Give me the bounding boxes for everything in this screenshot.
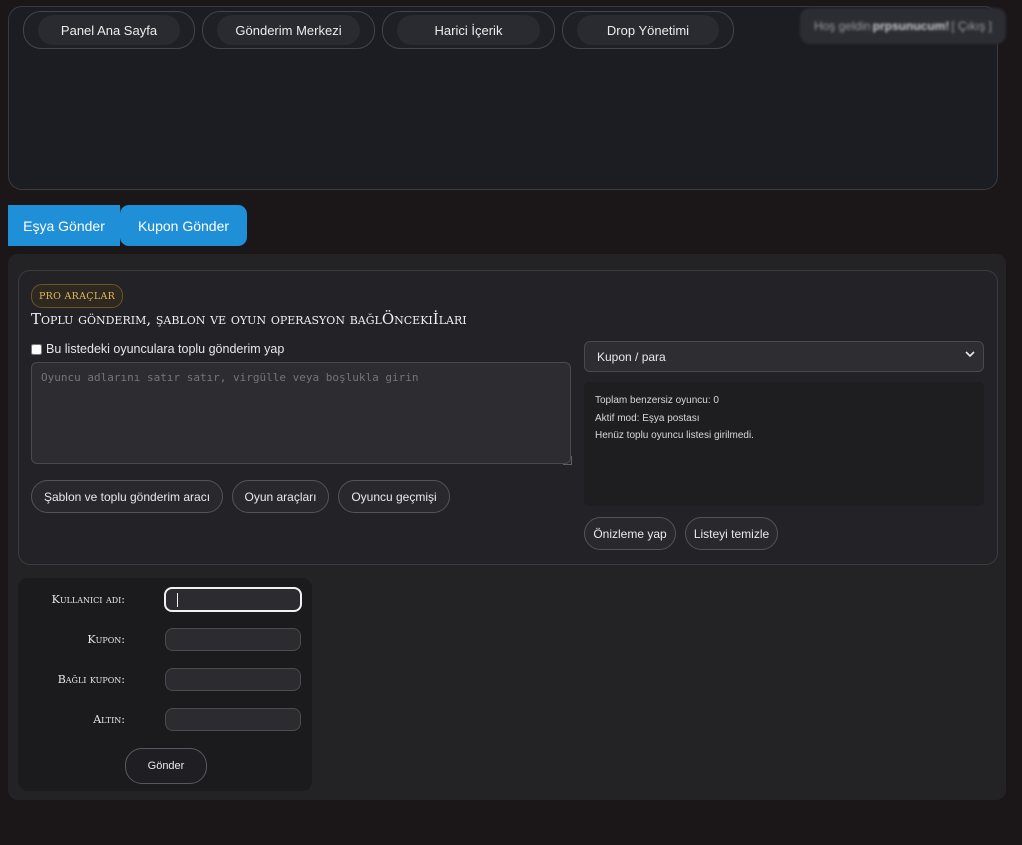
send-button[interactable]: Gönder bbox=[125, 748, 207, 784]
username-input[interactable] bbox=[164, 587, 302, 612]
nav-drop-management-label: Drop Yönetimi bbox=[577, 15, 719, 45]
player-list-textarea[interactable] bbox=[31, 362, 571, 464]
welcome-box: Hoş geldin prpsunucum! [ Çıkış ] bbox=[800, 8, 1006, 44]
logout-link[interactable]: [ Çıkış ] bbox=[951, 19, 992, 33]
gold-label: Altın: bbox=[93, 713, 125, 726]
tab-send-item[interactable]: Eşya Gönder bbox=[8, 205, 120, 246]
welcome-username: prpsunucum! bbox=[872, 19, 950, 33]
nav-dispatch-center-button[interactable]: Gönderim Merkezi bbox=[202, 11, 375, 49]
nav-dispatch-center-label: Gönderim Merkezi bbox=[217, 15, 360, 45]
nav-panel-home-label: Panel Ana Sayfa bbox=[38, 15, 180, 45]
welcome-prefix: Hoş geldin bbox=[813, 19, 871, 33]
nav-external-content-button[interactable]: Harici İçerik bbox=[382, 11, 555, 49]
chevron-down-icon bbox=[965, 349, 975, 359]
game-tools-button[interactable]: Oyun araçları bbox=[232, 480, 329, 513]
bulk-send-checkbox-row[interactable]: Bu listedeki oyunculara toplu gönderim y… bbox=[31, 340, 284, 358]
clear-list-button[interactable]: Listeyi temizle bbox=[685, 517, 778, 550]
tab-send-coupon[interactable]: Kupon Gönder bbox=[120, 205, 247, 246]
template-bulk-send-button[interactable]: Şablon ve toplu gönderim aracı bbox=[31, 480, 223, 513]
pro-tools-badge: PRO ARAÇLAR bbox=[31, 284, 123, 308]
bulk-send-checkbox[interactable] bbox=[31, 343, 42, 355]
coupon-input[interactable] bbox=[165, 628, 301, 651]
mode-select-value: Kupon / para bbox=[597, 349, 666, 364]
bulk-send-checkbox-label: Bu listedeki oyunculara toplu gönderim y… bbox=[46, 342, 285, 356]
gold-input[interactable] bbox=[165, 708, 301, 731]
player-history-button[interactable]: Oyuncu geçmişi bbox=[338, 480, 450, 513]
bound-coupon-input[interactable] bbox=[165, 668, 301, 691]
summary-line: Toplam benzersiz oyuncu: 0 bbox=[595, 395, 719, 406]
bound-coupon-label: Bağlı kupon: bbox=[57, 673, 125, 686]
bulk-summary-box: Toplam benzersiz oyuncu: 0 Aktif mod: Eş… bbox=[584, 382, 984, 506]
summary-line: Aktif mod: Eşya postası bbox=[595, 412, 700, 424]
preview-button[interactable]: Önizleme yap bbox=[584, 517, 676, 550]
coupon-label: Kupon: bbox=[87, 633, 125, 646]
resize-handle-icon[interactable] bbox=[563, 456, 572, 465]
nav-panel-home-button[interactable]: Panel Ana Sayfa bbox=[23, 11, 195, 49]
username-label: Kullanıcı adı: bbox=[51, 593, 125, 606]
text-caret bbox=[177, 593, 178, 607]
nav-drop-management-button[interactable]: Drop Yönetimi bbox=[562, 11, 734, 49]
pro-tools-title: Toplu gönderim, şablon ve oyun operasyon… bbox=[31, 310, 467, 328]
summary-line: Henüz toplu oyuncu listesi girilmedi. bbox=[595, 430, 754, 441]
nav-external-content-label: Harici İçerik bbox=[397, 15, 540, 45]
mode-select[interactable]: Kupon / para bbox=[584, 341, 984, 372]
